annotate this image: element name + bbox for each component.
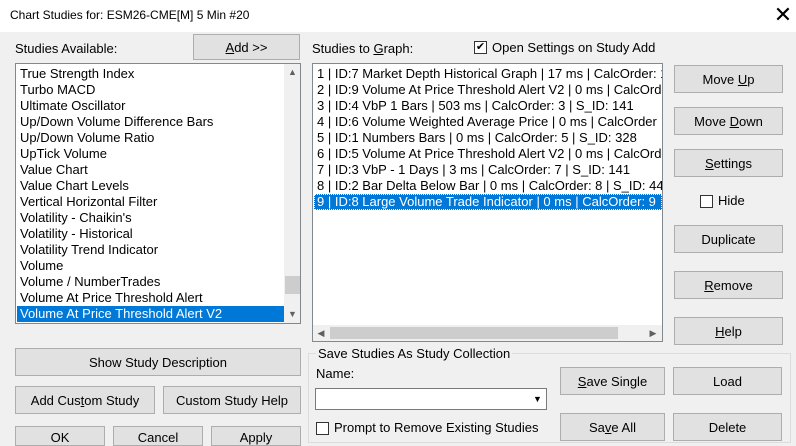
duplicate-button[interactable]: Duplicate bbox=[674, 225, 783, 253]
hscroll-thumb[interactable] bbox=[330, 327, 618, 339]
prompt-remove-label: Prompt to Remove Existing Studies bbox=[334, 420, 539, 435]
hide-label: Hide bbox=[718, 193, 745, 208]
list-item[interactable]: 9 | ID:8 Large Volume Trade Indicator | … bbox=[314, 194, 662, 210]
study-collection-title: Save Studies As Study Collection bbox=[316, 346, 513, 361]
studies-available-scrollbar[interactable]: ▲ ▼ bbox=[284, 64, 300, 323]
delete-button[interactable]: Delete bbox=[673, 413, 782, 441]
list-item[interactable]: 7 | ID:3 VbP - 1 Days | 3 ms | CalcOrder… bbox=[314, 162, 662, 178]
studies-to-graph-hscrollbar[interactable]: ◀ ▶ bbox=[313, 325, 662, 341]
list-item[interactable]: Turbo MACD bbox=[17, 82, 284, 98]
list-item[interactable]: Volatility - Chaikin's bbox=[17, 210, 284, 226]
list-item[interactable]: Volatility Trend Indicator bbox=[17, 242, 284, 258]
move-down-button[interactable]: Move Down bbox=[674, 107, 783, 135]
scroll-right-icon[interactable]: ▶ bbox=[647, 327, 659, 339]
name-label: Name: bbox=[316, 366, 355, 381]
open-settings-checkbox[interactable]: ✔ bbox=[474, 41, 487, 54]
help-button[interactable]: Help bbox=[674, 317, 783, 345]
list-item[interactable]: Volume At Price Threshold Alert V2 bbox=[17, 306, 284, 322]
move-up-button[interactable]: Move Up bbox=[674, 65, 783, 93]
list-item[interactable]: Volume At Price Threshold Alert bbox=[17, 290, 284, 306]
list-item[interactable]: UpTick Volume bbox=[17, 146, 284, 162]
list-item[interactable]: 8 | ID:2 Bar Delta Below Bar | 0 ms | Ca… bbox=[314, 178, 662, 194]
add-study-button[interactable]: Add >> bbox=[193, 34, 300, 60]
apply-button[interactable]: Apply bbox=[211, 426, 301, 446]
window-title: Chart Studies for: ESM26-CME[M] 5 Min #2… bbox=[10, 8, 250, 22]
studies-available-label: Studies Available: bbox=[15, 41, 118, 56]
close-icon[interactable]: ✕ bbox=[770, 3, 796, 29]
list-item[interactable]: Up/Down Volume Difference Bars bbox=[17, 114, 284, 130]
scroll-up-icon[interactable]: ▲ bbox=[284, 66, 300, 78]
load-button[interactable]: Load bbox=[673, 367, 782, 395]
list-item[interactable]: 3 | ID:4 VbP 1 Bars | 503 ms | CalcOrder… bbox=[314, 98, 662, 114]
add-custom-study-button[interactable]: Add Cus t om Study bbox=[15, 386, 155, 414]
list-item[interactable]: 2 | ID:9 Volume At Price Threshold Alert… bbox=[314, 82, 662, 98]
list-item[interactable]: Ultimate Oscillator bbox=[17, 98, 284, 114]
scroll-left-icon[interactable]: ◀ bbox=[315, 327, 327, 339]
list-item[interactable]: Vertical Horizontal Filter bbox=[17, 194, 284, 210]
studies-available-list[interactable]: True Strength Index Turbo MACD Ultimate Os… bbox=[15, 63, 301, 324]
open-settings-label: Open Settings on Study Add bbox=[492, 40, 656, 55]
scroll-down-icon[interactable]: ▼ bbox=[284, 308, 300, 320]
studies-to-graph-list[interactable]: 1 | ID:7 Market Depth Historical Graph |… bbox=[312, 63, 663, 342]
save-all-button[interactable]: Save All bbox=[560, 413, 665, 441]
studies-to-graph-label: Studies to Graph: bbox=[312, 41, 414, 56]
ok-button[interactable]: OK bbox=[15, 426, 105, 446]
hide-checkbox[interactable] bbox=[700, 195, 713, 208]
list-item[interactable]: Volume bbox=[17, 258, 284, 274]
custom-study-help-button[interactable]: Custom Study Help bbox=[163, 386, 301, 414]
settings-button[interactable]: Settings bbox=[674, 149, 783, 177]
dropdown-arrow-icon[interactable]: ▼ bbox=[529, 389, 546, 409]
list-item[interactable]: 4 | ID:6 Volume Weighted Average Price |… bbox=[314, 114, 662, 130]
list-item[interactable]: Up/Down Volume Ratio bbox=[17, 130, 284, 146]
list-item[interactable]: Volatility - Historical bbox=[17, 226, 284, 242]
list-item[interactable]: Volume / NumberTrades bbox=[17, 274, 284, 290]
collection-name-combo[interactable]: ▼ bbox=[315, 388, 547, 410]
list-item[interactable]: Value Chart Levels bbox=[17, 178, 284, 194]
list-item[interactable]: True Strength Index bbox=[17, 66, 284, 82]
remove-button[interactable]: Remove bbox=[674, 271, 783, 299]
title-bar: Chart Studies for: ESM26-CME[M] 5 Min #2… bbox=[0, 0, 796, 32]
prompt-remove-checkbox[interactable] bbox=[316, 422, 329, 435]
list-item[interactable]: 5 | ID:1 Numbers Bars | 0 ms | CalcOrder… bbox=[314, 130, 662, 146]
list-item[interactable]: 1 | ID:7 Market Depth Historical Graph |… bbox=[314, 66, 662, 82]
list-item[interactable]: Value Chart bbox=[17, 162, 284, 178]
cancel-button[interactable]: Cancel bbox=[113, 426, 203, 446]
list-item[interactable]: 6 | ID:5 Volume At Price Threshold Alert… bbox=[314, 146, 662, 162]
save-single-button[interactable]: Save Single bbox=[560, 367, 665, 395]
show-study-description-button[interactable]: Show Study Description bbox=[15, 348, 301, 376]
scroll-thumb[interactable] bbox=[285, 276, 300, 294]
